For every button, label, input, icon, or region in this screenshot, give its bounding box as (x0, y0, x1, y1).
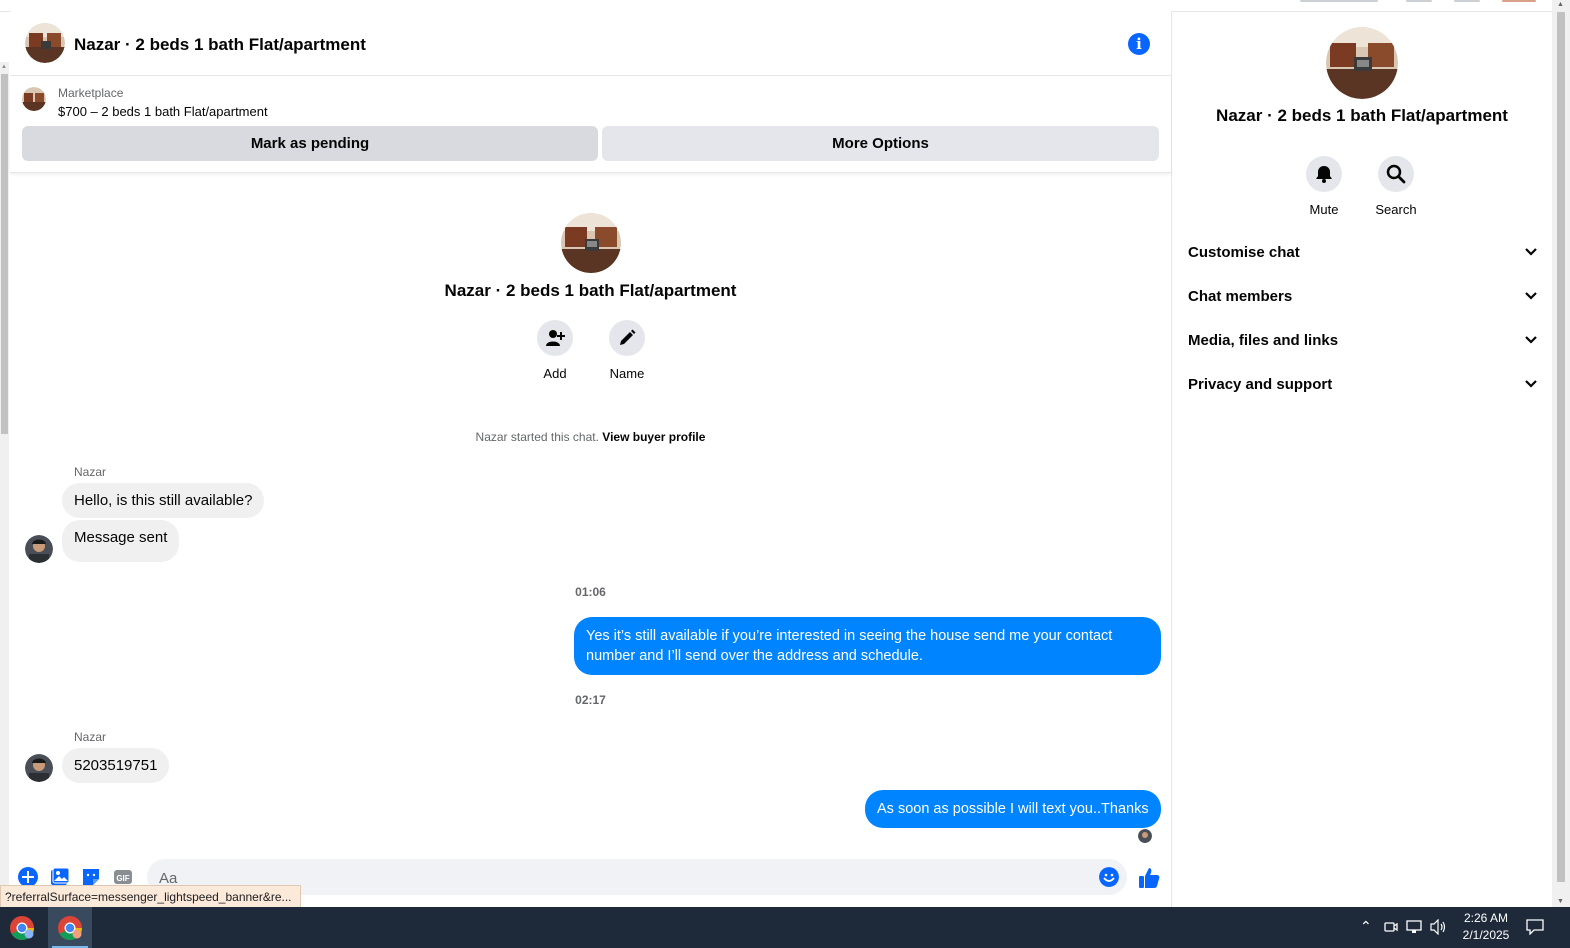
chevron-down-icon (1525, 248, 1537, 256)
listing-thumbnail[interactable] (22, 87, 46, 111)
message-bubble[interactable]: Message sent (62, 520, 180, 562)
message-bubble-outgoing[interactable]: Yes it’s still available if you’re inter… (574, 617, 1161, 675)
system-clock[interactable]: 2:26 AM 2/1/2025 (1446, 910, 1526, 944)
windows-taskbar: ⌃ 2:26 AM 2/1/2025 (0, 907, 1570, 948)
conversation-avatar[interactable] (25, 23, 65, 63)
info-icon[interactable]: i (1128, 33, 1150, 55)
mute-label: Mute (1309, 202, 1339, 217)
photo-icon[interactable] (50, 867, 70, 887)
gif-icon[interactable]: GIF (113, 867, 133, 887)
sender-avatar[interactable] (25, 754, 53, 782)
section-privacy-support[interactable]: Privacy and support (1188, 362, 1538, 406)
sender-name: Nazar (74, 730, 107, 744)
taskbar-chrome-app[interactable] (0, 907, 44, 948)
name-action[interactable]: Name (597, 320, 657, 381)
emoji-icon[interactable] (1099, 867, 1119, 887)
profile-avatar[interactable] (1502, 0, 1536, 2)
marketplace-label: Marketplace (58, 86, 124, 100)
started-text: Nazar started this chat. (475, 430, 599, 444)
scroll-up-icon[interactable]: ▲ (1557, 1, 1564, 8)
nav-pill[interactable] (1406, 0, 1432, 2)
timestamp: 01:06 (575, 585, 606, 599)
conversation-title: Nazar · 2 beds 1 bath Flat/apartment (74, 35, 366, 54)
marketplace-banner: Marketplace $700 – 2 beds 1 bath Flat/ap… (10, 76, 1171, 173)
chat-header: Nazar · 2 beds 1 bath Flat/apartment i (10, 11, 1171, 76)
listing-title[interactable]: $700 – 2 beds 1 bath Flat/apartment (58, 104, 268, 119)
sender-name: Nazar (74, 465, 107, 479)
add-people-action[interactable]: Add (525, 320, 585, 381)
page-scrollbar[interactable]: ▲ ▼ (1552, 0, 1570, 907)
clock-date: 2/1/2025 (1462, 928, 1510, 942)
view-buyer-profile-link[interactable]: View buyer profile (602, 430, 705, 444)
seen-avatar (1138, 829, 1152, 843)
pencil-icon (620, 329, 636, 345)
chevron-down-icon (1525, 336, 1537, 344)
scroll-down-icon[interactable]: ▼ (1557, 898, 1564, 905)
search-label: Search (1375, 202, 1417, 217)
add-label: Add (543, 366, 567, 381)
chrome-icon (58, 915, 82, 940)
scrollbar-thumb[interactable] (1, 74, 8, 434)
section-label: Customise chat (1188, 243, 1300, 261)
mute-action[interactable]: Mute (1294, 156, 1354, 217)
intro-title: Nazar · 2 beds 1 bath Flat/apartment (444, 281, 737, 300)
sticker-icon[interactable] (81, 867, 101, 887)
search-action[interactable]: Search (1366, 156, 1426, 217)
section-label: Chat members (1188, 287, 1293, 305)
nav-pill[interactable] (1300, 0, 1378, 2)
clock-time: 2:26 AM (1463, 911, 1509, 925)
mute-button[interactable] (1306, 156, 1342, 192)
meet-now-icon[interactable] (1384, 920, 1398, 934)
section-label: Privacy and support (1188, 375, 1333, 393)
name-button[interactable] (609, 320, 645, 356)
mark-as-pending-button[interactable]: Mark as pending (22, 126, 598, 161)
scroll-up-icon[interactable]: ▲ (1, 64, 7, 70)
svg-text:GIF: GIF (116, 874, 129, 883)
link-status-tooltip: ?referralSurface=messenger_lightspeed_ba… (0, 885, 301, 909)
notification-center-icon[interactable] (1526, 919, 1544, 935)
sender-avatar[interactable] (25, 535, 53, 563)
intro-avatar[interactable] (561, 213, 621, 273)
search-icon (1386, 164, 1406, 184)
name-label: Name (609, 366, 645, 381)
plus-icon[interactable] (18, 867, 38, 887)
scrollbar-thumb[interactable] (1557, 12, 1565, 882)
chevron-down-icon (1525, 380, 1537, 388)
tray-chevron-up-icon[interactable]: ⌃ (1360, 918, 1372, 935)
taskbar-chrome-app-active[interactable] (48, 907, 92, 948)
search-button[interactable] (1378, 156, 1414, 192)
add-person-button[interactable] (537, 320, 573, 356)
chat-started-notice: Nazar started this chat. View buyer prof… (10, 430, 1171, 444)
nav-pill[interactable] (1454, 0, 1480, 2)
more-options-button[interactable]: More Options (602, 126, 1159, 161)
timestamp: 02:17 (575, 693, 606, 707)
network-icon[interactable] (1406, 920, 1422, 934)
section-media-files-links[interactable]: Media, files and links (1188, 318, 1538, 362)
thumbs-up-icon[interactable] (1137, 866, 1161, 890)
left-scrollbar[interactable]: ▲ (0, 62, 9, 907)
add-person-icon (546, 330, 565, 346)
message-bubble[interactable]: Hello, is this still available? (62, 483, 265, 518)
bell-icon (1316, 166, 1332, 183)
message-bubble[interactable]: 5203519751 (62, 748, 170, 783)
section-customise-chat[interactable]: Customise chat (1188, 230, 1538, 274)
section-chat-members[interactable]: Chat members (1188, 274, 1538, 318)
chevron-down-icon (1525, 292, 1537, 300)
chrome-icon (10, 915, 34, 940)
chat-pane: Nazar · 2 beds 1 bath Flat/apartment i M… (10, 11, 1172, 907)
message-bubble-outgoing[interactable]: As soon as possible I will text you..Tha… (865, 790, 1161, 828)
panel-avatar[interactable] (1326, 27, 1398, 99)
section-label: Media, files and links (1188, 331, 1339, 349)
panel-title: Nazar · 2 beds 1 bath Flat/apartment (1216, 106, 1508, 125)
